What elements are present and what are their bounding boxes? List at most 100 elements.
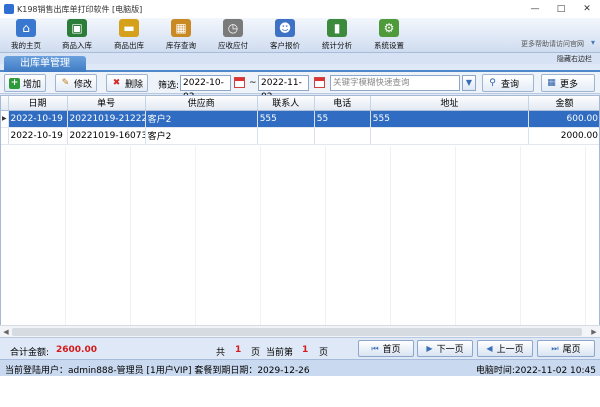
- cell-date[interactable]: 2022-10-19: [8, 110, 68, 128]
- column-header-phone[interactable]: 电话: [314, 96, 371, 111]
- title-bar: K198销售出库单打印软件 [电脑版] — □ ✕: [0, 0, 600, 18]
- prev-page-icon: ◀: [486, 344, 493, 353]
- pencil-icon: ✎: [61, 78, 70, 88]
- column-header-supplier[interactable]: 供应商: [145, 96, 258, 111]
- status-bar: 当前登陆用户：admin888-管理员 [1用户VIP] 套餐到期日期：2029…: [0, 359, 600, 376]
- chevron-down-icon[interactable]: ▾: [591, 38, 595, 47]
- customer-icon: ☻: [275, 19, 295, 37]
- cell-amount[interactable]: 2000.00: [528, 127, 599, 145]
- help-link[interactable]: 更多帮助请访问官网: [521, 39, 584, 49]
- cell-address[interactable]: 555: [370, 110, 529, 128]
- column-header-contact[interactable]: 联系人: [257, 96, 315, 111]
- delete-icon: ✖: [112, 78, 121, 88]
- toolbar: + 增加 ✎ 修改 ✖ 删除 筛选: 2022-10-03 ~ 2022-11-…: [0, 72, 600, 102]
- cell-contact[interactable]: [257, 127, 315, 145]
- chart-icon: ▮: [327, 19, 347, 37]
- cell-address[interactable]: [370, 127, 529, 145]
- summary-bar: 合计金额: 2600.00 共 1 页 当前第 1 页 ⏮ 首页 ▶ 下一页 ◀…: [0, 337, 600, 359]
- grid-header: 日期 单号 供应商 联系人 电话 地址 金额: [1, 96, 599, 111]
- first-page-icon: ⏮: [371, 343, 379, 353]
- cell-phone[interactable]: 55: [314, 110, 371, 128]
- scroll-right-icon[interactable]: ▶: [589, 327, 599, 337]
- truck-icon: ▬: [119, 19, 139, 37]
- nav-receivables[interactable]: ◷ 应收应付: [208, 19, 258, 53]
- cell-phone[interactable]: [314, 127, 371, 145]
- nav-stock-out[interactable]: ▬ 商品出库: [104, 19, 154, 53]
- empty-area: [0, 376, 600, 407]
- grid-empty-area: [1, 146, 599, 336]
- total-pages-unit: 页: [251, 348, 261, 358]
- gear-icon: ⚙: [379, 19, 399, 37]
- first-page-button[interactable]: ⏮ 首页: [358, 340, 414, 357]
- calendar-icon[interactable]: [234, 77, 245, 88]
- nav-home[interactable]: ⌂ 我的主页: [1, 19, 51, 53]
- add-button[interactable]: + 增加: [4, 74, 47, 92]
- query-button[interactable]: ⚲ 查询: [482, 74, 534, 92]
- system-time: 电脑时间:2022-11-02 10:45: [475, 366, 596, 376]
- nav-inventory[interactable]: ▦ 库存查询: [156, 19, 206, 53]
- search-input[interactable]: 关键字模糊快速查询: [330, 75, 460, 91]
- nav-quotes[interactable]: ☻ 客户报价: [260, 19, 310, 53]
- cell-contact[interactable]: 555: [257, 110, 315, 128]
- total-amount-label: 合计金额:: [10, 348, 50, 358]
- current-page-unit: 页: [319, 348, 329, 358]
- date-range-separator: ~: [249, 78, 257, 88]
- header-marker: [1, 96, 9, 111]
- table-row[interactable]: 2022-10-19 20221019-1607312 客户2 2000.00: [1, 127, 599, 145]
- column-header-amount[interactable]: 金额: [528, 96, 599, 111]
- edit-button[interactable]: ✎ 修改: [55, 74, 98, 92]
- scroll-left-icon[interactable]: ◀: [1, 327, 11, 337]
- cart-icon: ▣: [67, 19, 87, 37]
- current-user-status: 当前登陆用户：admin888-管理员 [1用户VIP] 套餐到期日期：2029…: [5, 366, 310, 376]
- main-nav: ⌂ 我的主页 ▣ 商品入库 ▬ 商品出库 ▦ 库存查询 ◷ 应收应付 ☻ 客户报…: [0, 18, 600, 53]
- last-page-icon: ⏭: [551, 343, 559, 353]
- nav-stock-in[interactable]: ▣ 商品入库: [52, 19, 102, 53]
- current-page-label: 当前第: [266, 348, 294, 358]
- cell-order-no[interactable]: 20221019-2122283: [67, 110, 146, 128]
- orders-grid: 日期 单号 供应商 联系人 电话 地址 金额 ▶ 2022-10-19 2022…: [0, 95, 600, 337]
- cell-order-no[interactable]: 20221019-1607312: [67, 127, 146, 145]
- close-button[interactable]: ✕: [574, 0, 600, 18]
- prev-page-button[interactable]: ◀ 上一页: [477, 340, 533, 357]
- last-page-button[interactable]: ⏭ 尾页: [537, 340, 595, 357]
- table-row[interactable]: ▶ 2022-10-19 20221019-2122283 客户2 555 55…: [1, 110, 599, 128]
- row-marker: [1, 127, 9, 145]
- window-title: K198销售出库单打印软件 [电脑版]: [17, 4, 143, 14]
- tab-outbound-orders[interactable]: 出库单管理: [4, 56, 86, 72]
- boxes-icon: ▦: [171, 19, 191, 37]
- date-from-field[interactable]: 2022-10-03: [180, 75, 231, 102]
- nav-statistics[interactable]: ▮ 统计分析: [312, 19, 362, 53]
- next-page-button[interactable]: ▶ 下一页: [417, 340, 473, 357]
- scrollbar-thumb[interactable]: [12, 328, 582, 336]
- maximize-button[interactable]: □: [548, 0, 574, 18]
- plus-icon: +: [9, 77, 20, 89]
- cell-amount[interactable]: 600.00: [528, 110, 599, 128]
- total-pages-value: 1: [235, 345, 242, 355]
- total-amount-value: 2600.00: [56, 345, 97, 355]
- grid-icon: ▦: [547, 78, 556, 88]
- column-header-order-no[interactable]: 单号: [67, 96, 146, 111]
- app-icon: [4, 4, 14, 14]
- cell-supplier[interactable]: 客户2: [145, 110, 258, 128]
- nav-settings[interactable]: ⚙ 系统设置: [364, 19, 414, 53]
- calendar-icon[interactable]: [314, 77, 325, 88]
- row-pointer-icon: ▶: [1, 110, 9, 128]
- cell-supplier[interactable]: 客户2: [145, 127, 258, 145]
- search-icon: ⚲: [489, 78, 496, 88]
- horizontal-scrollbar[interactable]: ◀ ▶: [0, 325, 600, 337]
- cell-date[interactable]: 2022-10-19: [8, 127, 68, 145]
- column-header-date[interactable]: 日期: [8, 96, 68, 111]
- total-pages-prefix: 共: [216, 348, 226, 358]
- home-icon: ⌂: [16, 19, 36, 37]
- column-header-address[interactable]: 地址: [370, 96, 529, 111]
- more-button[interactable]: ▦ 更多: [541, 74, 595, 92]
- filter-label: 筛选:: [158, 81, 180, 91]
- dropdown-arrow-icon[interactable]: ▼: [462, 75, 476, 91]
- clock-icon: ◷: [223, 19, 243, 37]
- date-to-field[interactable]: 2022-11-02: [258, 75, 309, 102]
- minimize-button[interactable]: —: [522, 0, 548, 18]
- current-page-value: 1: [302, 345, 309, 355]
- tab-bar: 出库单管理: [0, 56, 600, 72]
- next-page-icon: ▶: [426, 344, 433, 353]
- delete-button[interactable]: ✖ 删除: [106, 74, 149, 92]
